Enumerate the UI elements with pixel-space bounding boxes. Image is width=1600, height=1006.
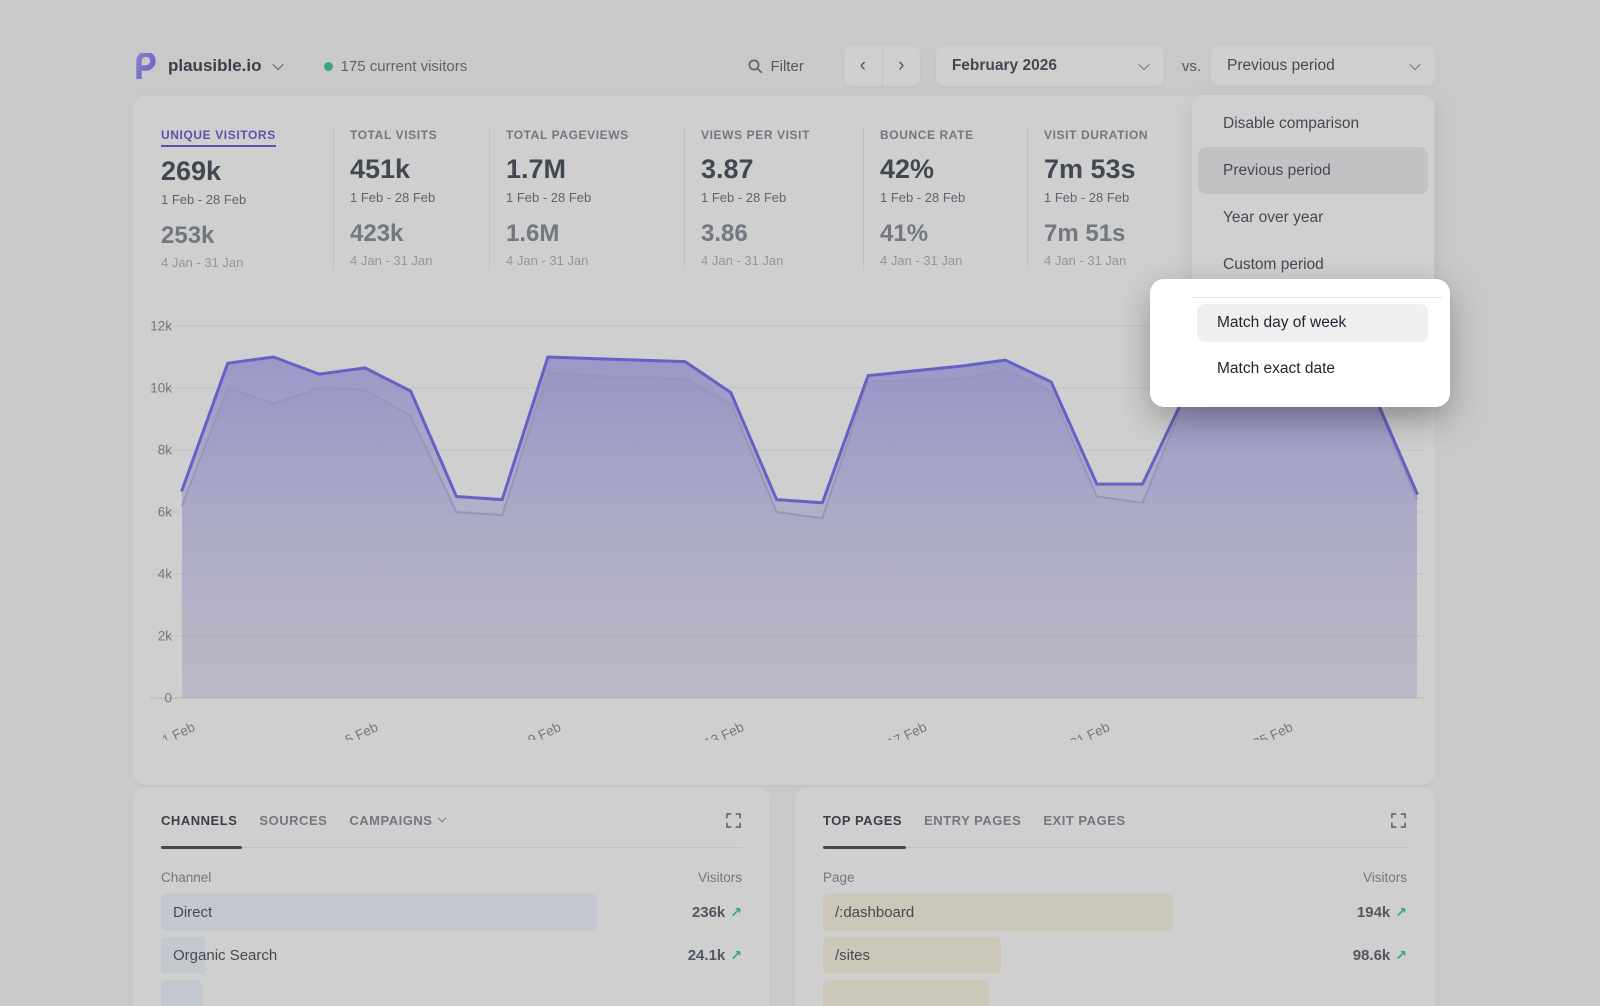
menu-item-match-exact-date[interactable]: Match exact date xyxy=(1197,350,1428,388)
menu-item-match-day-of-week[interactable]: Match day of week xyxy=(1197,304,1428,342)
comparison-match-spotlight: Match day of week Match exact date xyxy=(1150,279,1450,407)
menu-divider xyxy=(1192,297,1442,298)
tour-dim-overlay xyxy=(0,0,1600,1006)
